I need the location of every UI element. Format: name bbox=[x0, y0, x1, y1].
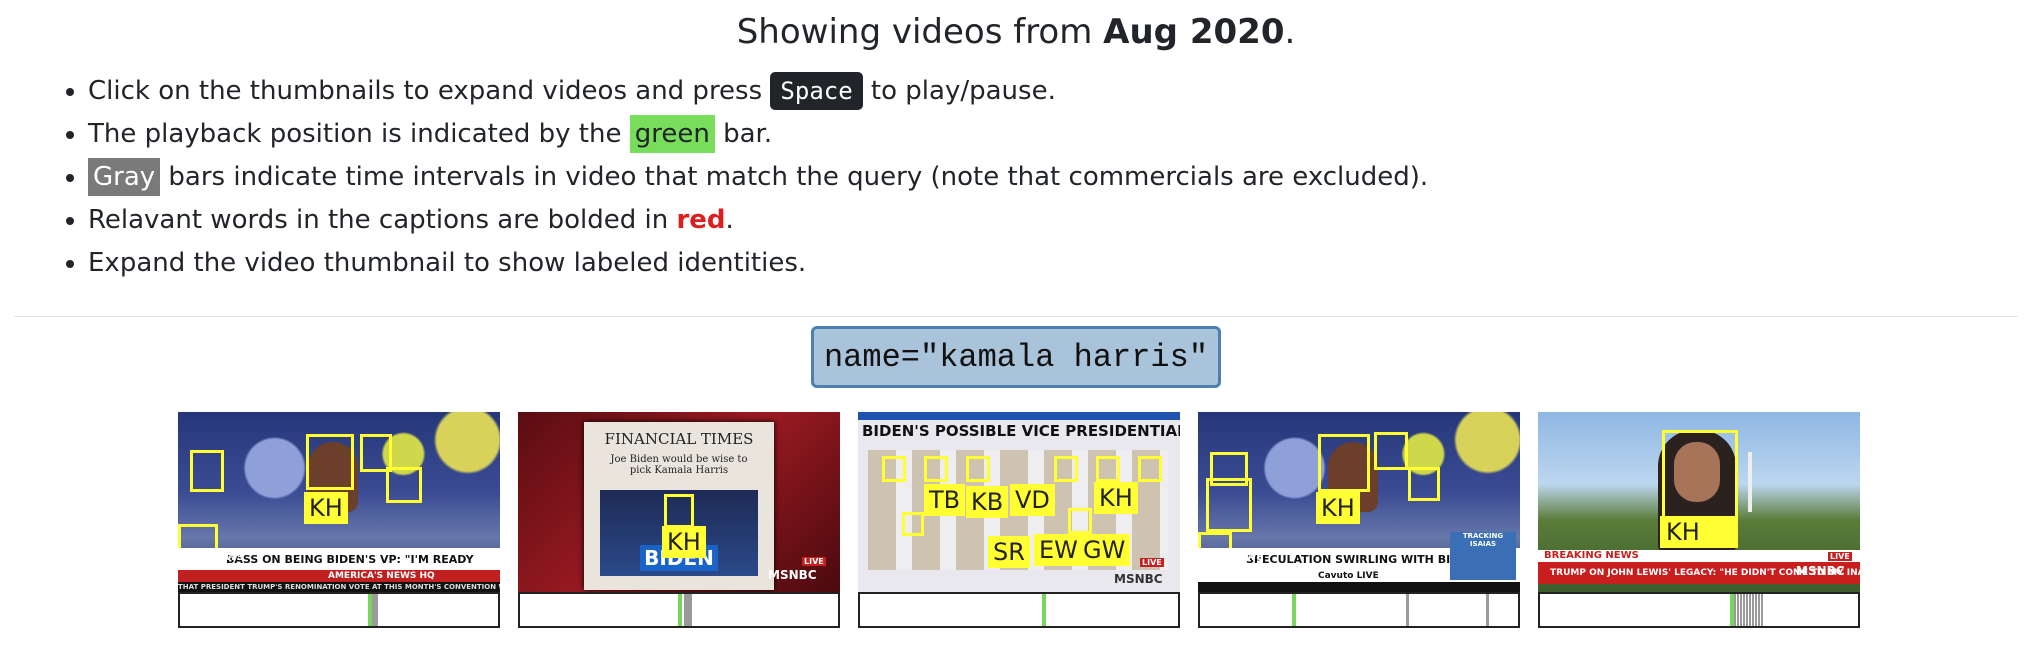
instruction-item: The playback position is indicated by th… bbox=[88, 113, 1588, 156]
green-chip: green bbox=[629, 115, 715, 153]
playback-bar bbox=[1292, 594, 1296, 626]
instruction-text: Expand the video thumbnail to show label… bbox=[88, 248, 807, 278]
breaking-news-label: BREAKING NEWS bbox=[1538, 550, 1860, 562]
video-card[interactable]: BIDEN'S POSSIBLE VICE PRESIDENTIAL PICK … bbox=[858, 412, 1180, 628]
video-thumbnail[interactable]: KH BASS ON BEING BIDEN'S VP: "I'M READY … bbox=[178, 412, 500, 592]
instruction-item: Gray bars indicate time intervals in vid… bbox=[88, 156, 1588, 199]
heading-month: Aug 2020 bbox=[1103, 12, 1285, 52]
paper-title: FINANCIAL TIMES bbox=[604, 430, 754, 448]
playback-bar bbox=[1730, 594, 1734, 626]
news-ticker bbox=[1198, 582, 1520, 592]
headline-caption: BIDEN'S POSSIBLE VICE PRESIDENTIAL PICK bbox=[862, 422, 1180, 440]
face-label: KH bbox=[662, 526, 706, 558]
video-thumbnail[interactable]: KH BREAKING NEWS TRUMP ON JOHN LEWIS' LE… bbox=[1538, 412, 1860, 592]
weather-tag: TRACKING ISAIAS bbox=[1450, 532, 1516, 580]
match-bar bbox=[684, 594, 692, 626]
face-box bbox=[1206, 478, 1252, 532]
live-badge: LIVE bbox=[802, 557, 826, 566]
heading-period: . bbox=[1284, 12, 1296, 52]
instructions-list: Click on the thumbnails to expand videos… bbox=[50, 70, 1588, 285]
match-bar bbox=[372, 594, 378, 626]
instruction-item: Expand the video thumbnail to show label… bbox=[88, 242, 1588, 285]
instruction-text: bars indicate time intervals in video th… bbox=[160, 162, 1429, 192]
video-card[interactable]: FINANCIAL TIMES Joe Biden would be wise … bbox=[518, 412, 840, 628]
video-card[interactable]: KH BREAKING NEWS TRUMP ON JOHN LEWIS' LE… bbox=[1538, 412, 1860, 628]
face-label: KH bbox=[1660, 516, 1738, 548]
space-key-badge: Space bbox=[770, 72, 863, 110]
network-logo: MSNBC bbox=[1796, 564, 1845, 578]
face-box bbox=[1138, 456, 1162, 482]
face-box bbox=[966, 456, 990, 482]
paper-headline: Joe Biden would be wise to pick Kamala H… bbox=[610, 454, 748, 476]
video-card[interactable]: KH BASS ON BEING BIDEN'S VP: "I'M READY … bbox=[178, 412, 500, 628]
face-label: GW bbox=[1078, 534, 1131, 566]
top-strip bbox=[858, 412, 1180, 420]
face-label: KB bbox=[966, 486, 1009, 518]
instruction-text: to play/pause. bbox=[862, 76, 1056, 106]
playback-bar bbox=[1042, 594, 1046, 626]
face-label: TB bbox=[924, 484, 966, 516]
face-box bbox=[1318, 434, 1370, 492]
page-heading: Showing videos from Aug 2020. bbox=[0, 12, 2032, 52]
face-box bbox=[386, 467, 422, 503]
instruction-text: . bbox=[725, 205, 734, 235]
live-badge: LIVE bbox=[1140, 558, 1164, 567]
instruction-text: Relavant words in the captions are bolde… bbox=[88, 205, 677, 235]
network-logo: FOX NEWS bbox=[184, 552, 244, 563]
face-label: KH bbox=[1094, 482, 1138, 514]
show-name: AMERICA'S NEWS HQ bbox=[178, 570, 500, 582]
video-thumbnail[interactable]: FINANCIAL TIMES Joe Biden would be wise … bbox=[518, 412, 840, 592]
face-box bbox=[190, 450, 224, 492]
instruction-text: The playback position is indicated by th… bbox=[88, 119, 630, 149]
heading-text: Showing videos from bbox=[736, 12, 1104, 52]
video-timeline[interactable] bbox=[858, 592, 1180, 628]
video-thumbnail[interactable]: KH SPECULATION SWIRLING WITH BIDEN VP PI… bbox=[1198, 412, 1520, 592]
face-box bbox=[1096, 456, 1120, 482]
face-box bbox=[1068, 508, 1092, 534]
video-timeline[interactable] bbox=[1198, 592, 1520, 628]
news-ticker: THAT PRESIDENT TRUMP'S RENOMINATION VOTE… bbox=[178, 582, 500, 592]
network-logo: MSNBC bbox=[1114, 572, 1163, 586]
face-box bbox=[902, 512, 924, 536]
video-timeline[interactable] bbox=[518, 592, 840, 628]
face-label: EW bbox=[1034, 534, 1083, 566]
match-bar bbox=[1406, 594, 1409, 626]
red-word: red bbox=[676, 205, 726, 235]
playback-bar bbox=[678, 594, 682, 626]
face-box bbox=[306, 434, 354, 490]
divider bbox=[14, 316, 2018, 317]
instruction-text: bar. bbox=[714, 119, 773, 149]
video-timeline[interactable] bbox=[1538, 592, 1860, 628]
instruction-item: Click on the thumbnails to expand videos… bbox=[88, 70, 1588, 113]
video-timeline[interactable] bbox=[178, 592, 500, 628]
instruction-item: Relavant words in the captions are bolde… bbox=[88, 199, 1588, 242]
face-box bbox=[924, 456, 948, 482]
query-box: name="kamala harris" bbox=[811, 326, 1221, 388]
face-box bbox=[1408, 467, 1440, 501]
face-label: VD bbox=[1010, 484, 1055, 516]
network-logo: FOX NEWS bbox=[1204, 552, 1264, 563]
playback-bar bbox=[368, 594, 372, 626]
face-label: SR bbox=[988, 536, 1030, 568]
gray-chip: Gray bbox=[88, 158, 161, 196]
monument bbox=[1748, 452, 1752, 512]
face-label: KH bbox=[1316, 492, 1360, 524]
face-box bbox=[1054, 456, 1078, 482]
network-logo: MSNBC bbox=[768, 568, 817, 582]
face-box bbox=[882, 456, 906, 482]
match-bar bbox=[1486, 594, 1489, 626]
face-label: KH bbox=[304, 492, 348, 524]
match-bar bbox=[1734, 594, 1764, 626]
instruction-text: Click on the thumbnails to expand videos… bbox=[88, 76, 771, 106]
video-thumbnail[interactable]: BIDEN'S POSSIBLE VICE PRESIDENTIAL PICK … bbox=[858, 412, 1180, 592]
face-box bbox=[1374, 432, 1408, 470]
video-card[interactable]: KH SPECULATION SWIRLING WITH BIDEN VP PI… bbox=[1198, 412, 1520, 628]
live-badge: LIVE bbox=[1828, 552, 1852, 561]
face-box bbox=[664, 494, 694, 528]
